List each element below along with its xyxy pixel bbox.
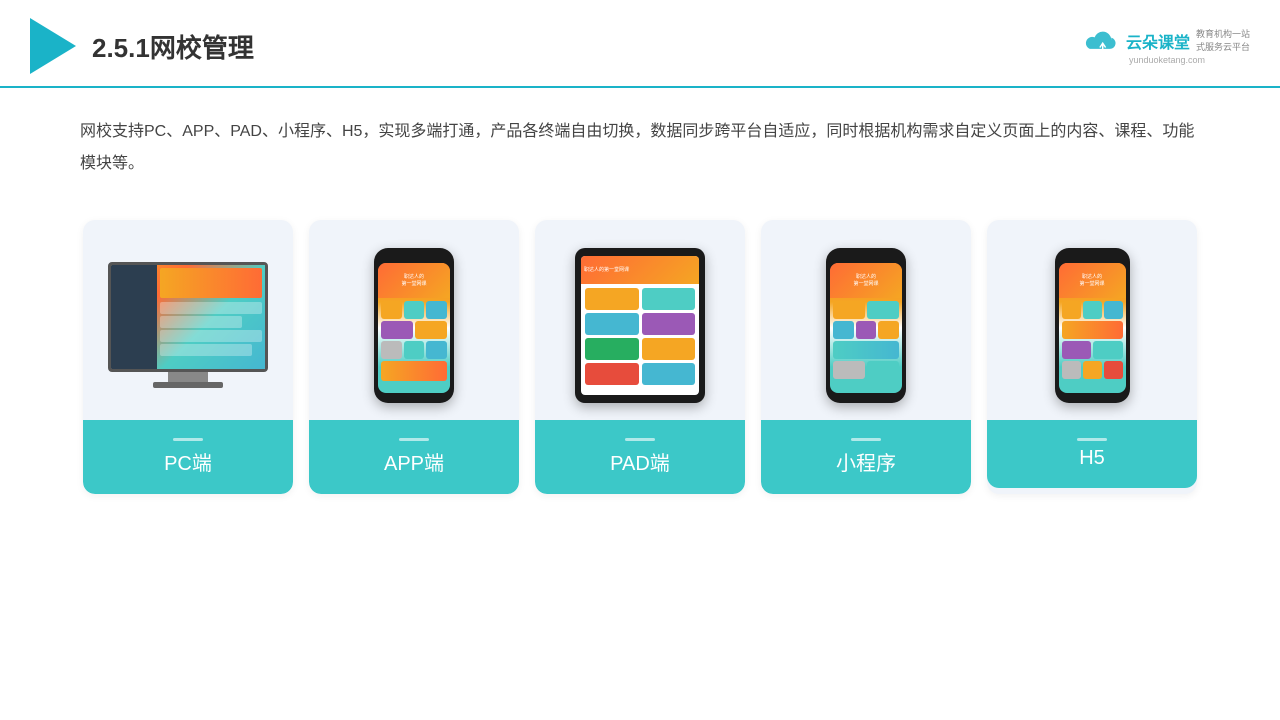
pc-mockup <box>108 262 268 388</box>
card-pad: 职达人的第一堂网课 <box>535 220 745 494</box>
phone-mockup-app: 职达人的第一堂网课 <box>374 248 454 403</box>
brand-tagline: 教育机构一站 式服务云平台 <box>1196 28 1250 53</box>
description-paragraph: 网校支持PC、APP、PAD、小程序、H5，实现多端打通，产品各终端自由切换，数… <box>80 116 1200 180</box>
card-pc: PC端 <box>83 220 293 494</box>
card-app-image: 职达人的第一堂网课 <box>309 220 519 420</box>
cards-container: PC端 职达人的第一堂网课 <box>0 190 1280 514</box>
page-title: 2.5.1网校管理 <box>92 28 254 65</box>
card-app-label: APP端 <box>309 420 519 494</box>
brand-url: yunduoketang.com <box>1129 55 1205 65</box>
card-h5-label: H5 <box>987 420 1197 488</box>
description-text: 网校支持PC、APP、PAD、小程序、H5，实现多端打通，产品各终端自由切换，数… <box>0 88 1280 190</box>
card-miniprogram-label: 小程序 <box>761 420 971 494</box>
card-pad-label: PAD端 <box>535 420 745 494</box>
header: 2.5.1网校管理 云朵课堂 教育机构一站 式服务云平台 yunduoketan… <box>0 0 1280 88</box>
card-miniprogram-image: 职达人的第一堂网课 <box>761 220 971 420</box>
card-miniprogram: 职达人的第一堂网课 <box>761 220 971 494</box>
card-h5-image: 职达人的第一堂网课 <box>987 220 1197 420</box>
phone-mockup-miniprogram: 职达人的第一堂网课 <box>826 248 906 403</box>
card-h5: 职达人的第一堂网课 <box>987 220 1197 494</box>
card-pc-label: PC端 <box>83 420 293 494</box>
logo-triangle-icon <box>30 18 76 74</box>
card-pad-image: 职达人的第一堂网课 <box>535 220 745 420</box>
brand-area: 云朵课堂 教育机构一站 式服务云平台 yunduoketang.com <box>1084 27 1250 65</box>
header-left: 2.5.1网校管理 <box>30 18 254 74</box>
card-pc-image <box>83 220 293 420</box>
cloud-icon <box>1084 27 1120 55</box>
tablet-mockup: 职达人的第一堂网课 <box>575 248 705 403</box>
pc-screen <box>108 262 268 372</box>
card-app: 职达人的第一堂网课 <box>309 220 519 494</box>
brand-name: 云朵课堂 <box>1126 29 1190 53</box>
phone-mockup-h5: 职达人的第一堂网课 <box>1055 248 1130 403</box>
brand-logo: 云朵课堂 教育机构一站 式服务云平台 <box>1084 27 1250 55</box>
